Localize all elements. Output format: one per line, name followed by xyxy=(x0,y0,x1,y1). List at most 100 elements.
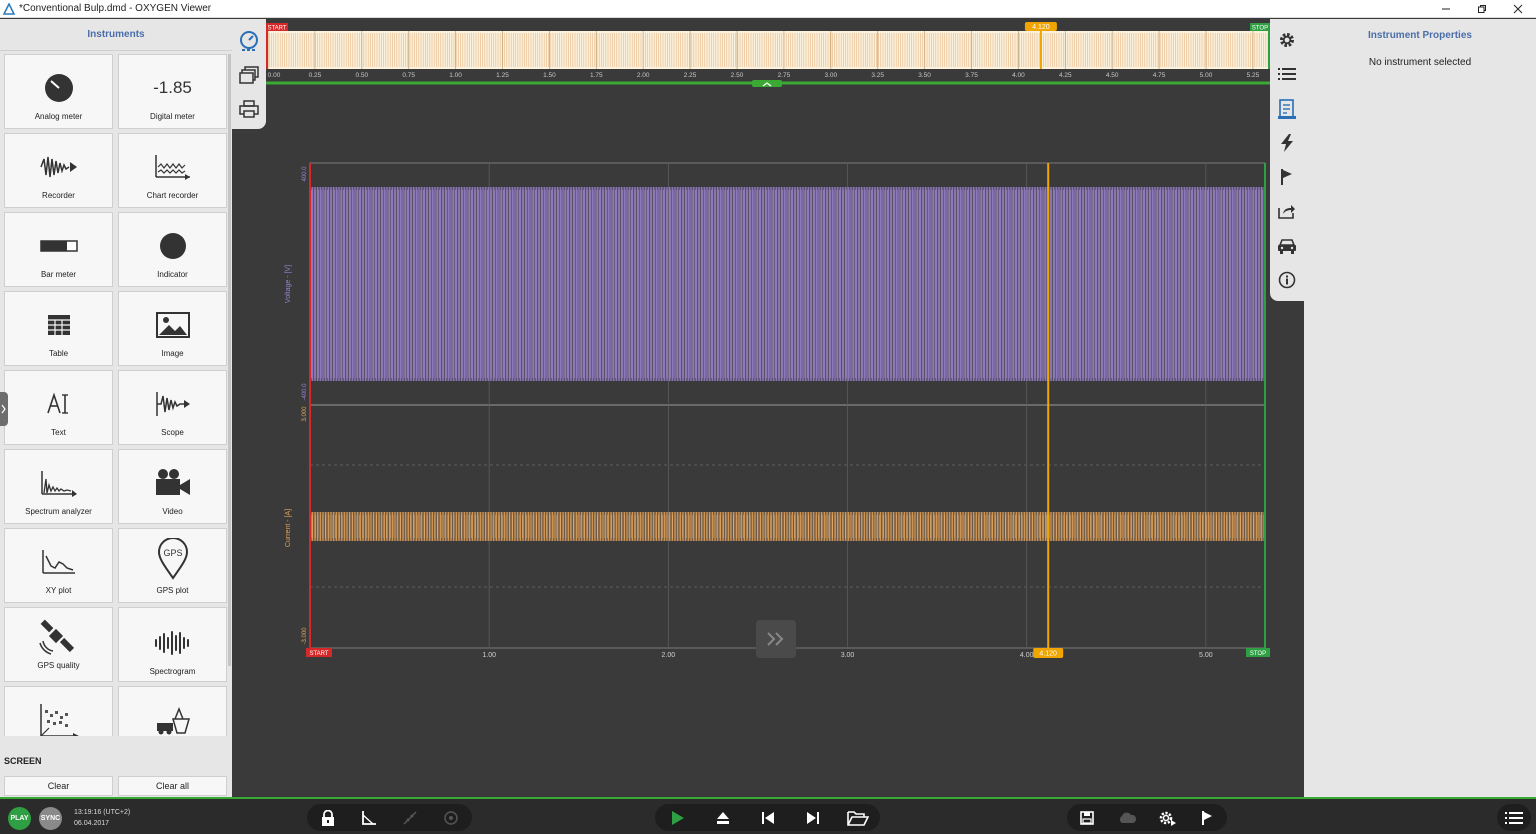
settings-button[interactable] xyxy=(1275,28,1299,52)
vehicle-bus-button[interactable] xyxy=(1275,234,1299,258)
instrument-label: Bar meter xyxy=(40,270,77,279)
overview-tick-label: 3.50 xyxy=(918,72,931,79)
screens-button[interactable] xyxy=(237,63,261,87)
slope-button[interactable] xyxy=(398,806,422,830)
play-status-badge[interactable]: PLAY xyxy=(8,807,31,830)
ruler-angle-icon xyxy=(361,810,376,825)
cloud-icon xyxy=(1119,812,1137,823)
current-axis-label: Current - [A] xyxy=(285,509,292,547)
instruments-grid: Analog meter -1.85 Digital meter Recorde… xyxy=(4,54,228,736)
instrument-label: Indicator xyxy=(157,270,188,279)
recorder-icon xyxy=(39,156,77,178)
eject-button[interactable] xyxy=(711,806,735,830)
instrument-scope[interactable]: Scope xyxy=(118,370,227,445)
clear-all-button[interactable]: Clear all xyxy=(118,776,227,796)
instruments-panel: Instruments Analog meter -1.85 Digital m… xyxy=(0,19,232,797)
instrument-spectrum-analyzer[interactable]: Spectrum analyzer xyxy=(4,449,113,524)
left-panel-collapse-handle[interactable] xyxy=(0,392,8,426)
instrument-chart-recorder[interactable]: Chart recorder xyxy=(118,133,227,208)
markers-button[interactable] xyxy=(1275,165,1299,189)
info-button[interactable] xyxy=(1275,268,1299,292)
instruments-header: Instruments xyxy=(0,19,232,51)
instrument-label: Digital meter xyxy=(150,112,195,121)
instrument-label: GPS plot xyxy=(156,586,189,595)
list-icon xyxy=(1278,68,1296,80)
right-toolbar xyxy=(1270,19,1304,797)
lock-button[interactable] xyxy=(316,806,340,830)
export-button[interactable] xyxy=(1275,199,1299,223)
overview-tick-label: 2.75 xyxy=(778,72,791,79)
instrument-label: XY plot xyxy=(45,586,72,595)
overview-tick-label: 3.25 xyxy=(871,72,884,79)
instrument-indicator[interactable]: Indicator xyxy=(118,212,227,287)
overview-tick-label: 0.75 xyxy=(402,72,415,79)
triggers-button[interactable] xyxy=(1275,131,1299,155)
channel-list-button[interactable] xyxy=(1275,62,1299,86)
clear-button[interactable]: Clear xyxy=(4,776,113,796)
open-file-button[interactable] xyxy=(846,806,870,830)
compass-icon xyxy=(444,810,459,825)
scope-icon xyxy=(155,392,190,416)
cursor-label: 4.120 xyxy=(1039,651,1057,658)
compass-button[interactable] xyxy=(439,806,463,830)
current-top-value: 3.000 xyxy=(302,406,308,422)
measure-button[interactable] xyxy=(357,806,381,830)
instrument-table[interactable]: Table xyxy=(4,291,113,366)
no-instrument-text: No instrument selected xyxy=(1368,57,1472,68)
instrument-spectrogram[interactable]: Spectrogram xyxy=(118,607,227,682)
minimize-button[interactable] xyxy=(1428,0,1464,18)
close-window-button[interactable] xyxy=(1500,0,1536,18)
overview-svg: 0.00 0.25 0.50 0.75 1.00 1.25 1.50 1.75 2.00 2.25… xyxy=(266,22,1270,87)
instrument-video[interactable]: Video xyxy=(118,449,227,524)
overview-tick-label: 2.25 xyxy=(684,72,697,79)
skip-forward-button[interactable] xyxy=(801,806,825,830)
stacked-windows-icon xyxy=(239,66,259,84)
x-tick-label: 1.00 xyxy=(482,652,496,659)
instrument-properties-button[interactable] xyxy=(1275,97,1299,121)
start-label: START xyxy=(309,651,328,657)
instrument-text[interactable]: Text xyxy=(4,370,113,445)
overview-tick-label: 0.25 xyxy=(309,72,322,79)
instruments-scrollbar[interactable] xyxy=(228,54,231,666)
save-button[interactable] xyxy=(1075,806,1099,830)
instrument-bar-meter[interactable]: Bar meter xyxy=(4,212,113,287)
play-button[interactable] xyxy=(666,806,690,830)
lock-icon xyxy=(321,809,334,826)
instrument-analog-meter[interactable]: Analog meter xyxy=(4,54,113,129)
instrument-image[interactable]: Image xyxy=(118,291,227,366)
gauge-dashboard-button[interactable] xyxy=(237,29,261,53)
voltage-top-value: 400.0 xyxy=(302,166,308,182)
video-icon xyxy=(155,469,190,495)
overview-tick-label: 3.00 xyxy=(824,72,837,79)
instrument-xy-plot[interactable]: XY plot xyxy=(4,528,113,603)
marker-flag-button[interactable] xyxy=(1195,806,1219,830)
instrument-recorder[interactable]: Recorder xyxy=(4,133,113,208)
overview-tick-label: 0.00 xyxy=(268,72,281,79)
cloud-button[interactable] xyxy=(1115,806,1139,830)
instrument-3d-plot[interactable] xyxy=(4,686,113,736)
recorder-plot[interactable]: Voltage - [V] Current - [A] 400.0 -400.0… xyxy=(266,88,1270,797)
restore-button[interactable] xyxy=(1464,0,1500,18)
sync-status-badge[interactable]: SYNC xyxy=(39,807,62,830)
export-settings-button[interactable] xyxy=(1155,806,1179,830)
menu-button[interactable] xyxy=(1502,806,1526,830)
instrument-gps-quality[interactable]: GPS quality xyxy=(4,607,113,682)
analog-meter-icon xyxy=(44,74,73,102)
overview-timeline[interactable]: 0.00 0.25 0.50 0.75 1.00 1.25 1.50 1.75 2.00 2.25… xyxy=(266,19,1270,87)
xy-plot-icon xyxy=(41,550,75,574)
instrument-label: Video xyxy=(162,507,183,516)
screen-section-label: SCREEN xyxy=(4,756,42,766)
current-signal xyxy=(310,512,1265,541)
window-title: *Conventional Bulp.dmd - OXYGEN Viewer xyxy=(19,3,212,14)
instrument-gps-plot[interactable]: GPS GPS plot xyxy=(118,528,227,603)
instrument-digital-meter[interactable]: -1.85 Digital meter xyxy=(118,54,227,129)
skip-back-button[interactable] xyxy=(756,806,780,830)
print-button[interactable] xyxy=(237,97,261,121)
gauge-icon xyxy=(240,31,258,51)
current-bottom-value: -3.000 xyxy=(302,627,308,645)
skip-overlay-button[interactable] xyxy=(756,620,796,658)
overview-tick-label: 2.50 xyxy=(731,72,744,79)
instrument-label: Spectrogram xyxy=(149,667,196,676)
status-date: 06.04.2017 xyxy=(74,820,110,827)
instrument-vehicle[interactable] xyxy=(118,686,227,736)
